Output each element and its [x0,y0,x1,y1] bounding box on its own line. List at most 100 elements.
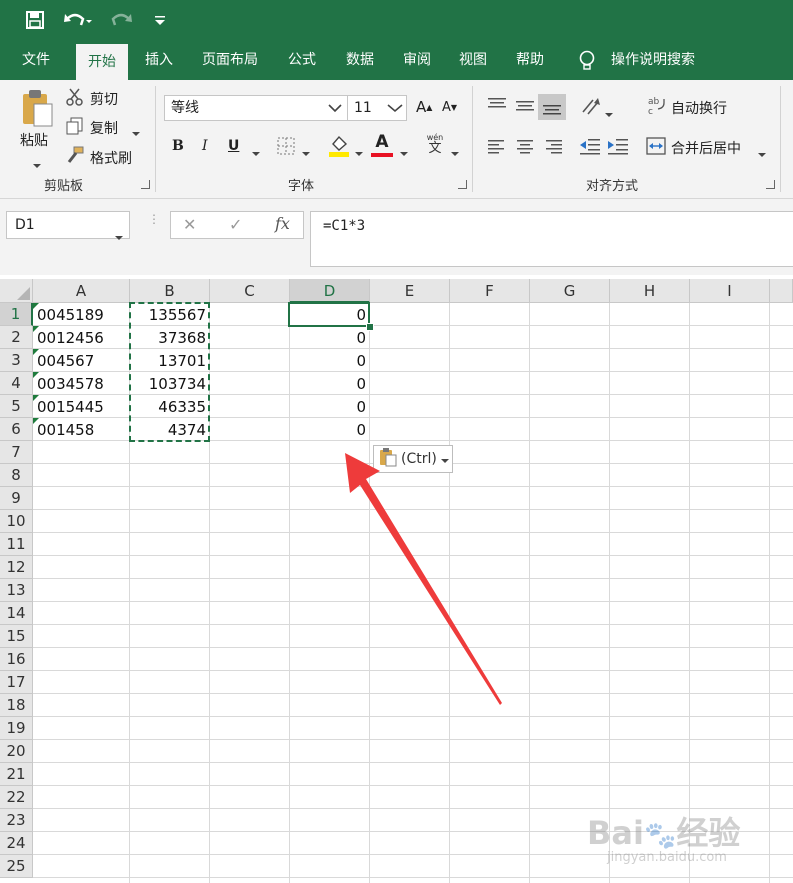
row-header-5[interactable]: 5 [0,395,33,418]
align-top-icon[interactable] [488,98,506,118]
name-box[interactable]: D1 [6,211,130,240]
row-header-7[interactable]: 7 [0,441,33,464]
row-header-9[interactable]: 9 [0,487,33,510]
font-color-icon[interactable]: A [371,132,393,157]
cell-a2[interactable]: 0012456 [33,326,130,349]
redo-icon[interactable] [104,0,144,40]
row-header-4[interactable]: 4 [0,372,33,395]
bold-button[interactable]: B [172,138,184,154]
font-color-dropdown-icon[interactable] [400,144,408,160]
tab-help[interactable]: 帮助 [504,40,556,80]
alignment-launcher-icon[interactable] [766,180,775,189]
row-header-17[interactable]: 17 [0,671,33,694]
phonetic-icon[interactable]: wén 文 [424,132,446,155]
row-header-11[interactable]: 11 [0,533,33,556]
cell-a1[interactable]: 0045189 [33,303,130,326]
customize-icon[interactable] [150,0,170,40]
formula-input[interactable]: =C1*3 [310,211,793,267]
row-header-15[interactable]: 15 [0,625,33,648]
column-header-c[interactable]: C [210,279,290,303]
column-header-g[interactable]: G [530,279,610,303]
fill-handle[interactable] [366,323,374,331]
cell-d6[interactable]: 0 [290,418,370,441]
tell-me-search[interactable]: 操作说明搜索 [599,40,707,80]
format-painter-button[interactable]: 格式刷 [90,148,132,168]
cell-a6[interactable]: 001458 [33,418,130,441]
row-header-16[interactable]: 16 [0,648,33,671]
column-header-f[interactable]: F [450,279,530,303]
row-header-24[interactable]: 24 [0,832,33,855]
paste-icon[interactable] [20,88,54,132]
align-bottom-icon[interactable] [538,94,566,120]
tab-data[interactable]: 数据 [334,40,386,80]
row-header-20[interactable]: 20 [0,740,33,763]
cell-d5[interactable]: 0 [290,395,370,418]
increase-indent-icon[interactable] [608,138,628,160]
font-launcher-icon[interactable] [458,180,467,189]
tab-file[interactable]: 文件 [10,40,62,80]
row-header-19[interactable]: 19 [0,717,33,740]
borders-dropdown-icon[interactable] [302,144,310,160]
cell-d3[interactable]: 0 [290,349,370,372]
paste-button[interactable]: 粘贴 [20,130,48,150]
row-header-1[interactable]: 1 [0,303,33,326]
cell-a4[interactable]: 0034578 [33,372,130,395]
underline-button[interactable]: U [228,138,239,154]
clipboard-launcher-icon[interactable] [141,180,150,189]
merge-center-button[interactable]: 合并后居中 [671,138,741,158]
cell-d2[interactable]: 0 [290,326,370,349]
row-header-13[interactable]: 13 [0,579,33,602]
splitter-handle[interactable]: ⋮ [148,213,160,225]
row-header-25[interactable]: 25 [0,855,33,878]
column-header-i[interactable]: I [690,279,770,303]
column-header-b[interactable]: B [130,279,210,303]
decrease-indent-icon[interactable] [580,138,600,160]
row-header-23[interactable]: 23 [0,809,33,832]
borders-icon[interactable] [276,136,296,160]
row-header-8[interactable]: 8 [0,464,33,487]
cut-icon[interactable] [66,88,84,110]
shrink-font-button[interactable]: A ▼ [442,100,457,115]
font-size-select[interactable]: 11 [347,95,407,121]
fill-color-icon[interactable] [328,134,350,162]
align-left-icon[interactable] [488,139,506,159]
underline-dropdown-icon[interactable] [252,144,260,160]
merge-center-icon[interactable] [646,137,666,159]
align-middle-icon[interactable] [516,98,534,118]
cell-d4[interactable]: 0 [290,372,370,395]
cut-button[interactable]: 剪切 [90,89,118,109]
orientation-dropdown-icon[interactable] [605,105,613,121]
row-header-3[interactable]: 3 [0,349,33,372]
tab-review[interactable]: 审阅 [391,40,443,80]
grow-font-button[interactable]: A ▲ [416,98,432,116]
fill-color-dropdown-icon[interactable] [355,144,363,160]
merge-dropdown-icon[interactable] [758,145,766,161]
row-header-22[interactable]: 22 [0,786,33,809]
phonetic-dropdown-icon[interactable] [451,144,459,160]
font-name-select[interactable]: 等线 [164,95,348,121]
wrap-text-icon[interactable]: ab c [648,96,666,120]
wrap-text-button[interactable]: 自动换行 [671,98,727,118]
paste-dropdown-icon[interactable] [33,156,41,172]
tab-home[interactable]: 开始 [76,44,128,80]
tab-insert[interactable]: 插入 [133,40,185,80]
row-header-10[interactable]: 10 [0,510,33,533]
italic-button[interactable]: I [202,138,208,154]
row-header-12[interactable]: 12 [0,556,33,579]
insert-function-icon[interactable]: fx [275,214,290,233]
row-header-14[interactable]: 14 [0,602,33,625]
copy-icon[interactable] [66,117,84,139]
orientation-icon[interactable] [580,96,606,120]
column-header-e[interactable]: E [370,279,450,303]
save-icon[interactable] [20,0,50,40]
cell-a3[interactable]: 004567 [33,349,130,372]
cell-a5[interactable]: 0015445 [33,395,130,418]
undo-icon[interactable] [58,0,98,40]
column-header-a[interactable]: A [33,279,130,303]
tab-page-layout[interactable]: 页面布局 [190,40,270,80]
tab-view[interactable]: 视图 [447,40,499,80]
row-header-21[interactable]: 21 [0,763,33,786]
align-right-icon[interactable] [544,139,562,159]
column-header-partial[interactable] [770,279,793,303]
enter-icon[interactable]: ✓ [229,215,242,234]
